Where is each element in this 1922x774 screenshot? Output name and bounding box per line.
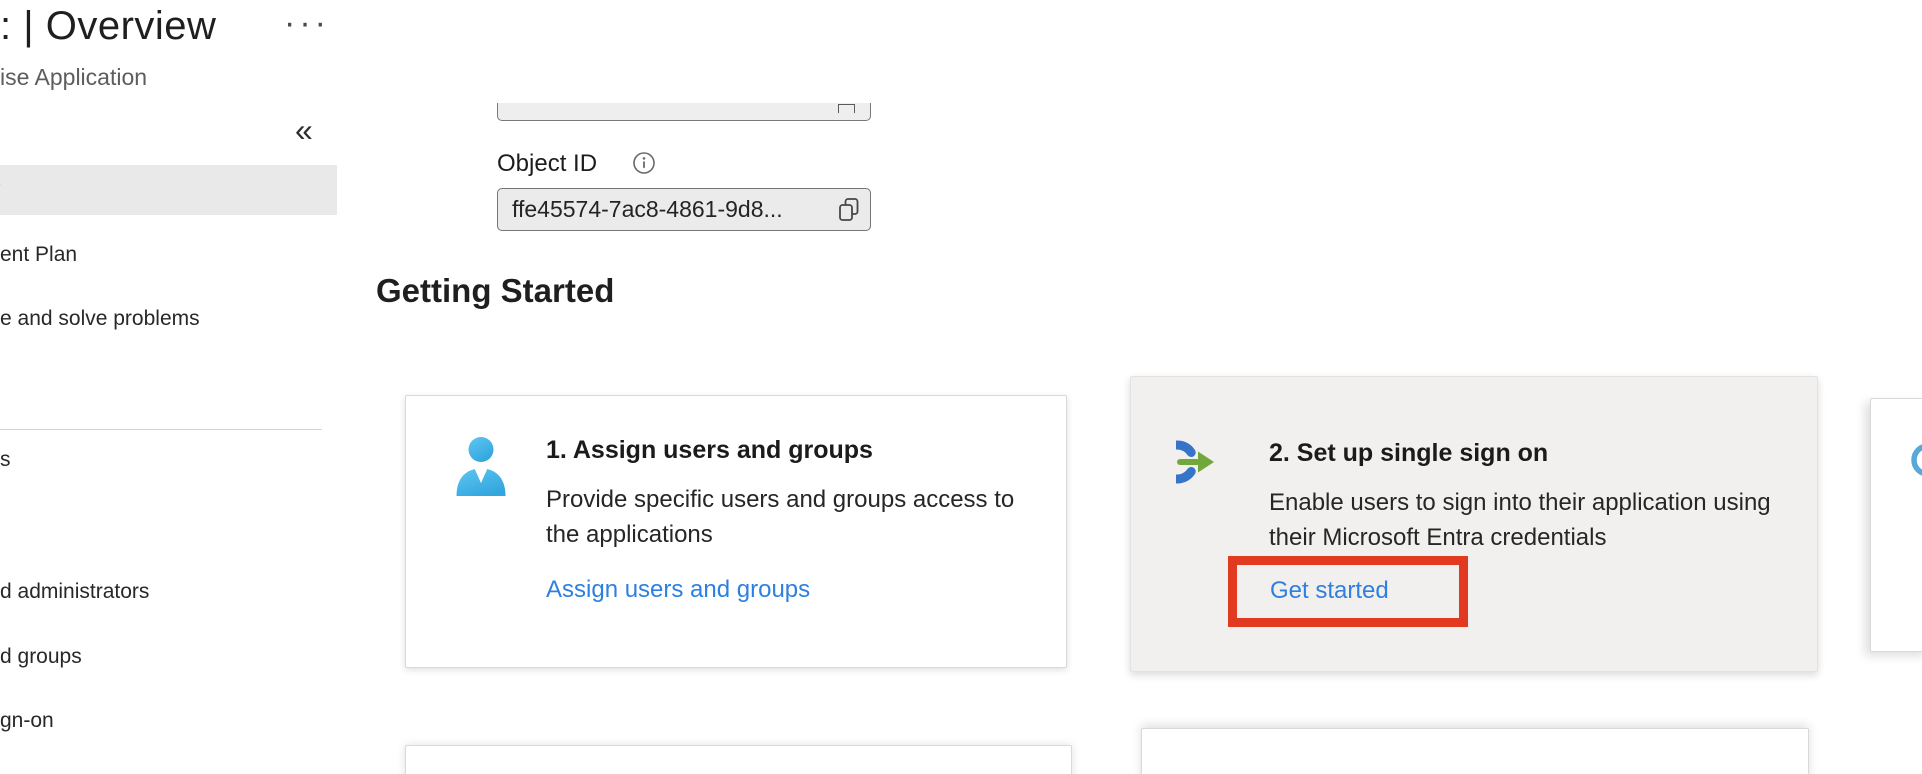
card-assign-users-and-groups: 1. Assign users and groups Provide speci… (405, 395, 1067, 668)
get-started-link[interactable]: Get started (1270, 577, 1389, 605)
sidebar-item-label: e and solve problems (0, 307, 200, 330)
sidebar-item-deployment-plan[interactable]: ent Plan (0, 230, 337, 280)
card-title: 2. Set up single sign on (1269, 439, 1548, 468)
card-description: Provide specific users and groups access… (546, 482, 1051, 552)
copy-icon[interactable] (837, 197, 861, 229)
collapse-sidebar-icon[interactable]: « (295, 112, 313, 149)
assign-users-and-groups-link[interactable]: Assign users and groups (546, 576, 810, 604)
object-id-value: ffe45574-7ac8-4861-9d8... (512, 189, 783, 229)
card-description: Enable users to sign into their applicat… (1269, 485, 1799, 555)
more-menu-icon[interactable]: ··· (284, 4, 330, 43)
card-partial-bottom-right (1141, 728, 1809, 774)
sidebar-item-properties[interactable]: s (0, 435, 337, 485)
info-icon[interactable] (632, 151, 656, 175)
sidebar-item-label: gn-on (0, 709, 54, 732)
sidebar-item-users-and-groups[interactable]: d groups (0, 632, 337, 682)
sidebar-item-diagnose-and-solve-problems[interactable]: e and solve problems (0, 294, 337, 344)
getting-started-heading: Getting Started (376, 272, 614, 310)
sidebar-item-label: s (0, 448, 11, 471)
partial-circle-icon (1897, 443, 1922, 488)
sidebar-section-divider (0, 429, 322, 430)
copy-icon[interactable] (838, 104, 855, 113)
object-id-label: Object ID (497, 150, 597, 178)
sidebar-item-label: d administrators (0, 580, 149, 603)
user-icon (452, 434, 510, 505)
card-partial-right (1870, 398, 1922, 652)
sidebar-item-single-sign-on[interactable]: gn-on (0, 696, 337, 746)
page-subtitle: ise Application (0, 64, 147, 91)
enterprise-app-overview-page: : | Overview ··· ise Application « w ent… (0, 0, 1922, 774)
object-id-field[interactable]: ffe45574-7ac8-4861-9d8... (497, 188, 871, 231)
card-set-up-single-sign-on: 2. Set up single sign on Enable users to… (1130, 376, 1818, 672)
application-id-field-partial[interactable] (497, 103, 871, 121)
card-title: 1. Assign users and groups (546, 436, 873, 465)
sidebar: : | Overview ··· ise Application « w ent… (0, 0, 337, 774)
sidebar-item-overview[interactable]: w (0, 165, 337, 215)
sidebar-item-roles-and-administrators[interactable]: d administrators (0, 567, 337, 617)
sidebar-item-label: d groups (0, 645, 82, 668)
card-partial-bottom-left (405, 745, 1072, 774)
sso-arrow-icon (1176, 433, 1234, 496)
page-title: : | Overview (0, 4, 216, 49)
sidebar-item-label: ent Plan (0, 243, 77, 266)
